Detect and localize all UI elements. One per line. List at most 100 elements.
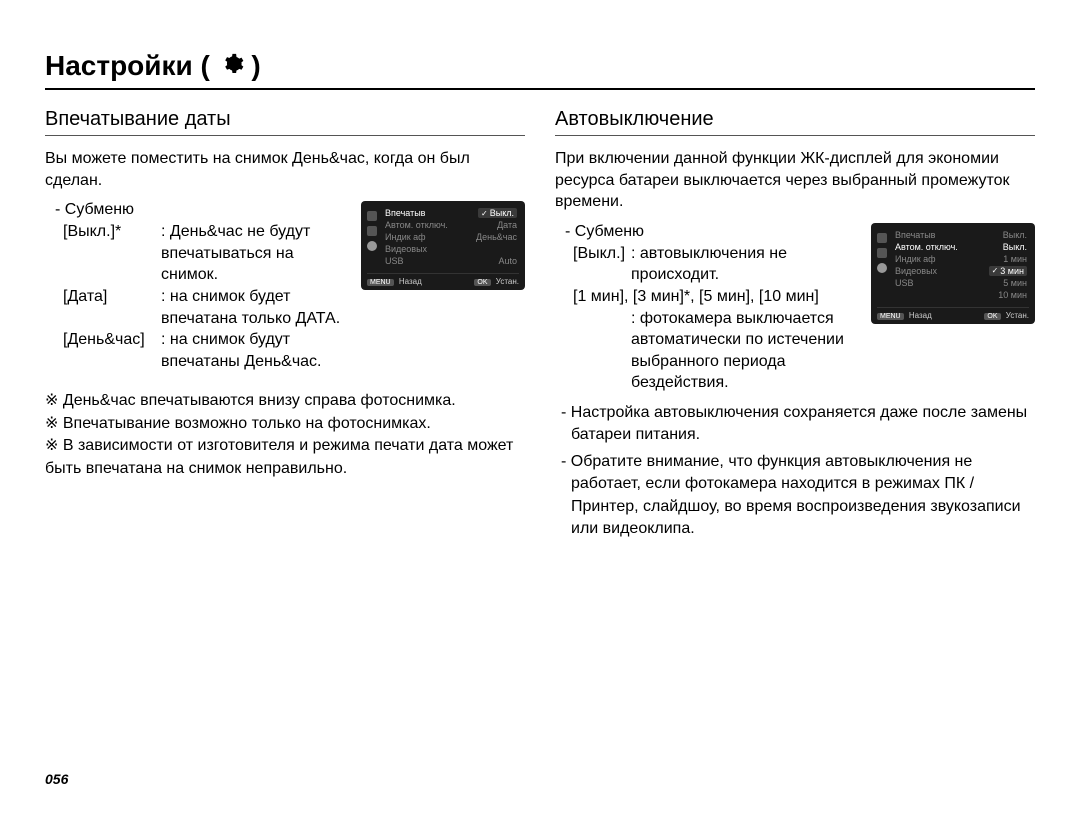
- screen-footer-ok: OK Устан.: [984, 311, 1029, 320]
- screen-icon: [367, 211, 377, 221]
- left-body: - Субменю [Выкл.]* : День&час не будут в…: [45, 201, 525, 372]
- page-title-text: Настройки: [45, 50, 193, 81]
- screen-icon: [367, 226, 377, 236]
- option-key: [День&час]: [63, 329, 161, 372]
- right-option: : фотокамера выключается автоматически п…: [573, 308, 861, 394]
- page-title-open: (: [201, 50, 218, 81]
- screen-row-label: Видеовых: [385, 244, 427, 254]
- screen-icon: [877, 248, 887, 258]
- option-val: : на снимок будет впечатана только ДАТА.: [161, 286, 351, 329]
- screen-row-value: 10 мин: [998, 290, 1027, 300]
- ok-button-icon: OK: [984, 313, 1000, 320]
- right-screen-mock: Впечатыв Выкл. Автом. отключ. Выкл. Инди…: [871, 223, 1035, 324]
- screen-sidebar-icons: [877, 229, 889, 301]
- option-times-line: [1 мин], [3 мин]*, [5 мин], [10 мин]: [573, 286, 819, 308]
- screen-row-label: Видеовых: [895, 266, 937, 276]
- left-heading: Впечатывание даты: [45, 108, 525, 136]
- left-option: [Выкл.]* : День&час не будут впечатывать…: [63, 221, 351, 286]
- option-val: : День&час не будут впечатываться на сни…: [161, 221, 351, 286]
- screen-row-value: 5 мин: [1003, 278, 1027, 288]
- option-key: [Дата]: [63, 286, 161, 329]
- screen-footer: MENU Назад OK Устан.: [367, 273, 519, 286]
- right-option: [Выкл.] : автовыключения не происходит.: [573, 243, 861, 286]
- bullet-line: - Настройка автовыключения сохраняется д…: [571, 402, 1035, 447]
- screen-row-label: USB: [385, 256, 404, 266]
- screen-row-value: Выкл.: [478, 208, 517, 218]
- screen-menu-list: Впечатыв Выкл. Автом. отключ. Дата Индик…: [383, 207, 519, 267]
- bullet-line: - Обратите внимание, что функция автовык…: [571, 451, 1035, 541]
- content-columns: Впечатывание даты Вы можете поместить на…: [45, 108, 1035, 544]
- option-val: : автовыключения не происходит.: [631, 243, 861, 286]
- note-line: ※ День&час впечатываются внизу справа фо…: [45, 390, 525, 412]
- right-submenu-label: - Субменю: [565, 223, 861, 241]
- page-title: Настройки ( ): [45, 50, 261, 82]
- screen-footer-back-label: Назад: [399, 277, 422, 286]
- screen-row-value: 1 мин: [1003, 254, 1027, 264]
- left-option: [Дата] : на снимок будет впечатана тольк…: [63, 286, 351, 329]
- screen-row-label: Впечатыв: [385, 208, 425, 218]
- option-key: [Выкл.]*: [63, 221, 161, 286]
- screen-menu-row: Автом. отключ. Дата: [383, 219, 519, 231]
- ok-button-icon: OK: [474, 279, 490, 286]
- right-intro: При включении данной функции ЖК-дисплей …: [555, 148, 1035, 213]
- note-line: ※ Впечатывание возможно только на фотосн…: [45, 413, 525, 435]
- right-heading: Автовыключение: [555, 108, 1035, 136]
- screen-footer-back-label: Назад: [909, 311, 932, 320]
- gear-icon: [222, 53, 244, 75]
- screen-icon: [877, 233, 887, 243]
- screen-row-label: Индик аф: [385, 232, 426, 242]
- screen-menu-row: Индик аф 1 мин: [893, 253, 1029, 265]
- screen-sidebar-icons: [367, 207, 379, 267]
- screen-menu-row: Видеовых 3 мин: [893, 265, 1029, 277]
- page-title-bar: Настройки ( ): [45, 50, 1035, 90]
- screen-menu-row: USB Auto: [383, 255, 519, 267]
- right-body: - Субменю [Выкл.] : автовыключения не пр…: [555, 223, 1035, 394]
- right-column: Автовыключение При включении данной функ…: [555, 108, 1035, 544]
- screen-row-value: Auto: [498, 256, 517, 266]
- screen-row-value: Выкл.: [1003, 242, 1027, 252]
- gear-icon: [367, 241, 377, 251]
- page-title-close: ): [251, 50, 260, 81]
- option-val: : на снимок будут впечатаны День&час.: [161, 329, 351, 372]
- screen-menu-row: Впечатыв Выкл.: [383, 207, 519, 219]
- note-line: ※ В зависимости от изготовителя и режима…: [45, 435, 525, 480]
- right-options-block: - Субменю [Выкл.] : автовыключения не пр…: [555, 223, 861, 394]
- left-submenu-label: - Субменю: [55, 201, 351, 219]
- screen-row-label: Автом. отключ.: [895, 242, 958, 252]
- left-column: Впечатывание даты Вы можете поместить на…: [45, 108, 525, 544]
- screen-row-value: Выкл.: [1003, 230, 1027, 240]
- page-number: 056: [45, 771, 68, 787]
- left-option: [День&час] : на снимок будут впечатаны Д…: [63, 329, 351, 372]
- screen-footer-back: MENU Назад: [877, 311, 932, 320]
- screen-footer: MENU Назад OK Устан.: [877, 307, 1029, 320]
- menu-button-icon: MENU: [367, 279, 394, 286]
- screen-menu-row: Автом. отключ. Выкл.: [893, 241, 1029, 253]
- screen-menu-row: Видеовых: [383, 243, 519, 255]
- screen-row-value: 3 мин: [989, 266, 1027, 276]
- option-val: : фотокамера выключается автоматически п…: [631, 308, 861, 394]
- screen-row-label: Индик аф: [895, 254, 936, 264]
- screen-menu-row: 10 мин: [893, 289, 1029, 301]
- left-options-block: - Субменю [Выкл.]* : День&час не будут в…: [45, 201, 351, 372]
- gear-icon: [877, 263, 887, 273]
- right-bullets: - Настройка автовыключения сохраняется д…: [555, 402, 1035, 540]
- screen-footer-ok-label: Устан.: [1006, 311, 1029, 320]
- screen-row-label: Автом. отключ.: [385, 220, 448, 230]
- screen-row-label: Впечатыв: [895, 230, 935, 240]
- left-screen-mock: Впечатыв Выкл. Автом. отключ. Дата Индик…: [361, 201, 525, 290]
- option-key: [573, 308, 631, 394]
- screen-row-label: USB: [895, 278, 914, 288]
- screen-row-value: День&час: [476, 232, 517, 242]
- screen-footer-back: MENU Назад: [367, 277, 422, 286]
- screen-menu-list: Впечатыв Выкл. Автом. отключ. Выкл. Инди…: [893, 229, 1029, 301]
- screen-footer-ok-label: Устан.: [496, 277, 519, 286]
- menu-button-icon: MENU: [877, 313, 904, 320]
- left-intro: Вы можете поместить на снимок День&час, …: [45, 148, 525, 191]
- screen-menu-row: USB 5 мин: [893, 277, 1029, 289]
- screen-row-value: Дата: [497, 220, 517, 230]
- left-notes: ※ День&час впечатываются внизу справа фо…: [45, 390, 525, 480]
- screen-menu-row: Впечатыв Выкл.: [893, 229, 1029, 241]
- option-key: [Выкл.]: [573, 243, 631, 286]
- screen-footer-ok: OK Устан.: [474, 277, 519, 286]
- right-option-times: [1 мин], [3 мин]*, [5 мин], [10 мин]: [573, 286, 861, 308]
